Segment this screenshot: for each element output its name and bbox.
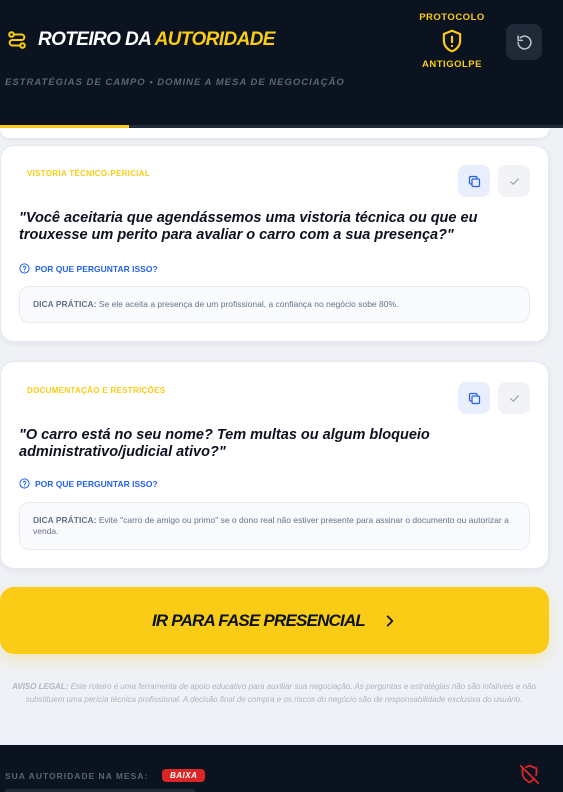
reset-button[interactable] bbox=[506, 24, 542, 60]
reset-icon bbox=[516, 34, 532, 50]
check-button[interactable] bbox=[498, 165, 530, 197]
authority-label: SUA AUTORIDADE NA MESA: bbox=[5, 771, 149, 781]
protocol-label-bottom: ANTIGOLPE bbox=[422, 59, 482, 70]
help-circle-icon bbox=[19, 478, 30, 489]
authority-footer: SUA AUTORIDADE NA MESA: BAIXA bbox=[0, 745, 563, 792]
why-ask-label: POR QUE PERGUNTAR ISSO? bbox=[35, 478, 158, 489]
shield-alert-icon bbox=[442, 29, 462, 53]
copy-button[interactable] bbox=[458, 382, 490, 414]
app-title: ROTEIRO DA AUTORIDADE bbox=[38, 29, 275, 50]
protocol-badge: PROTOCOLO ANTIGOLPE bbox=[413, 12, 491, 70]
protocol-label-top: PROTOCOLO bbox=[419, 12, 485, 23]
tip-text: Evite "carro de amigo ou primo" se o don… bbox=[33, 515, 509, 536]
why-ask-label: POR QUE PERGUNTAR ISSO? bbox=[35, 263, 158, 274]
legal-disclaimer: AVISO LEGAL: Este roteiro é uma ferramen… bbox=[8, 680, 540, 706]
card-category: DOCUMENTAÇÃO E RESTRIÇÕES bbox=[27, 386, 166, 395]
question-card: DOCUMENTAÇÃO E RESTRIÇÕES "O carro está … bbox=[0, 361, 549, 569]
tip-label: DICA PRÁTICA: bbox=[33, 299, 97, 309]
check-icon bbox=[509, 177, 519, 185]
copy-button[interactable] bbox=[458, 165, 490, 197]
chevron-right-icon bbox=[386, 614, 394, 627]
question-card: VISTORIA TÉCNICO-PERICIAL "Você aceitari… bbox=[0, 145, 549, 342]
shield-off-icon bbox=[519, 764, 540, 785]
card-question: "Você aceitaria que agendássemos uma vis… bbox=[19, 210, 478, 243]
previous-card-edge bbox=[0, 128, 549, 138]
help-circle-icon bbox=[19, 263, 30, 274]
disclaimer-text: Este roteiro é uma ferramenta de apoio e… bbox=[25, 682, 536, 704]
brand: ROTEIRO DA AUTORIDADE bbox=[6, 29, 275, 51]
why-ask-link[interactable]: POR QUE PERGUNTAR ISSO? bbox=[19, 263, 158, 274]
tip-label: DICA PRÁTICA: bbox=[33, 515, 97, 525]
check-icon bbox=[509, 394, 519, 402]
go-to-in-person-button[interactable]: IR PARA FASE PRESENCIAL bbox=[0, 587, 549, 654]
app-header: ROTEIRO DA AUTORIDADE ESTRATÉGIAS DE CAM… bbox=[0, 0, 563, 128]
why-ask-link[interactable]: POR QUE PERGUNTAR ISSO? bbox=[19, 478, 158, 489]
route-icon bbox=[8, 31, 26, 49]
tip-text: Se ele aceita a presença de um profissio… bbox=[98, 299, 399, 309]
card-question: "O carro está no seu nome? Tem multas ou… bbox=[19, 427, 430, 460]
card-category: VISTORIA TÉCNICO-PERICIAL bbox=[27, 169, 151, 178]
check-button[interactable] bbox=[498, 382, 530, 414]
disclaimer-label: AVISO LEGAL: bbox=[12, 682, 69, 691]
practical-tip: DICA PRÁTICA: Se ele aceita a presença d… bbox=[19, 286, 530, 323]
cta-label: IR PARA FASE PRESENCIAL bbox=[151, 610, 366, 630]
authority-level-badge: BAIXA bbox=[162, 769, 206, 782]
app-subtitle: ESTRATÉGIAS DE CAMPO • DOMINE A MESA DE … bbox=[5, 77, 345, 88]
copy-icon bbox=[468, 392, 480, 404]
practical-tip: DICA PRÁTICA: Evite "carro de amigo ou p… bbox=[19, 502, 530, 550]
copy-icon bbox=[468, 175, 480, 187]
